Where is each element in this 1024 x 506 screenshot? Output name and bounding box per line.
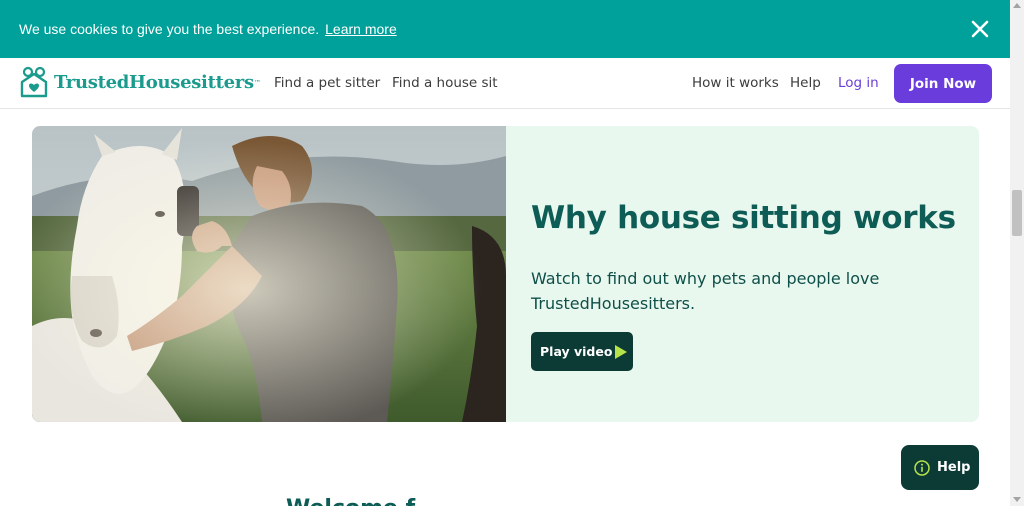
scroll-up-arrow-icon[interactable]: [1013, 3, 1021, 8]
logo[interactable]: TrustedHousesitters ™: [19, 66, 261, 99]
hero-photo[interactable]: [32, 126, 506, 422]
play-video-button[interactable]: Play video: [531, 332, 633, 371]
help-widget-button[interactable]: Help: [901, 445, 979, 490]
page: We use cookies to give you the best expe…: [0, 0, 1024, 506]
learn-more-link[interactable]: Learn more: [325, 21, 397, 37]
cookie-message: We use cookies to give you the best expe…: [19, 21, 320, 37]
info-circle-icon: [914, 459, 930, 476]
scroll-down-arrow-icon[interactable]: [1013, 497, 1021, 502]
join-now-button[interactable]: Join Now: [894, 64, 992, 103]
play-triangle-icon: [615, 344, 628, 359]
hero-title: Why house sitting works: [531, 200, 956, 236]
play-video-label: Play video: [540, 344, 613, 359]
site-header: TrustedHousesitters ™ Find a pet sitter …: [0, 58, 1010, 109]
help-widget-label: Help: [937, 460, 971, 475]
cookie-banner: We use cookies to give you the best expe…: [0, 0, 1010, 58]
logo-wordmark: TrustedHousesitters: [54, 72, 254, 93]
house-heart-icon: [20, 66, 48, 98]
nav-how-it-works[interactable]: How it works: [692, 75, 779, 91]
nav-find-pet-sitter[interactable]: Find a pet sitter: [274, 75, 380, 91]
nav-help[interactable]: Help: [790, 75, 821, 91]
close-icon[interactable]: [969, 18, 991, 40]
page-scrollbar[interactable]: [1010, 0, 1024, 506]
scroll-thumb[interactable]: [1012, 190, 1022, 236]
nav-find-house-sit[interactable]: Find a house sit: [392, 75, 498, 91]
section-heading-partial: Welcome f: [286, 496, 415, 506]
hero-section: Why house sitting works Watch to find ou…: [32, 126, 979, 422]
logo-trademark: ™: [253, 78, 261, 87]
hero-subtitle: Watch to find out why pets and people lo…: [531, 269, 880, 313]
nav-log-in[interactable]: Log in: [838, 75, 879, 91]
